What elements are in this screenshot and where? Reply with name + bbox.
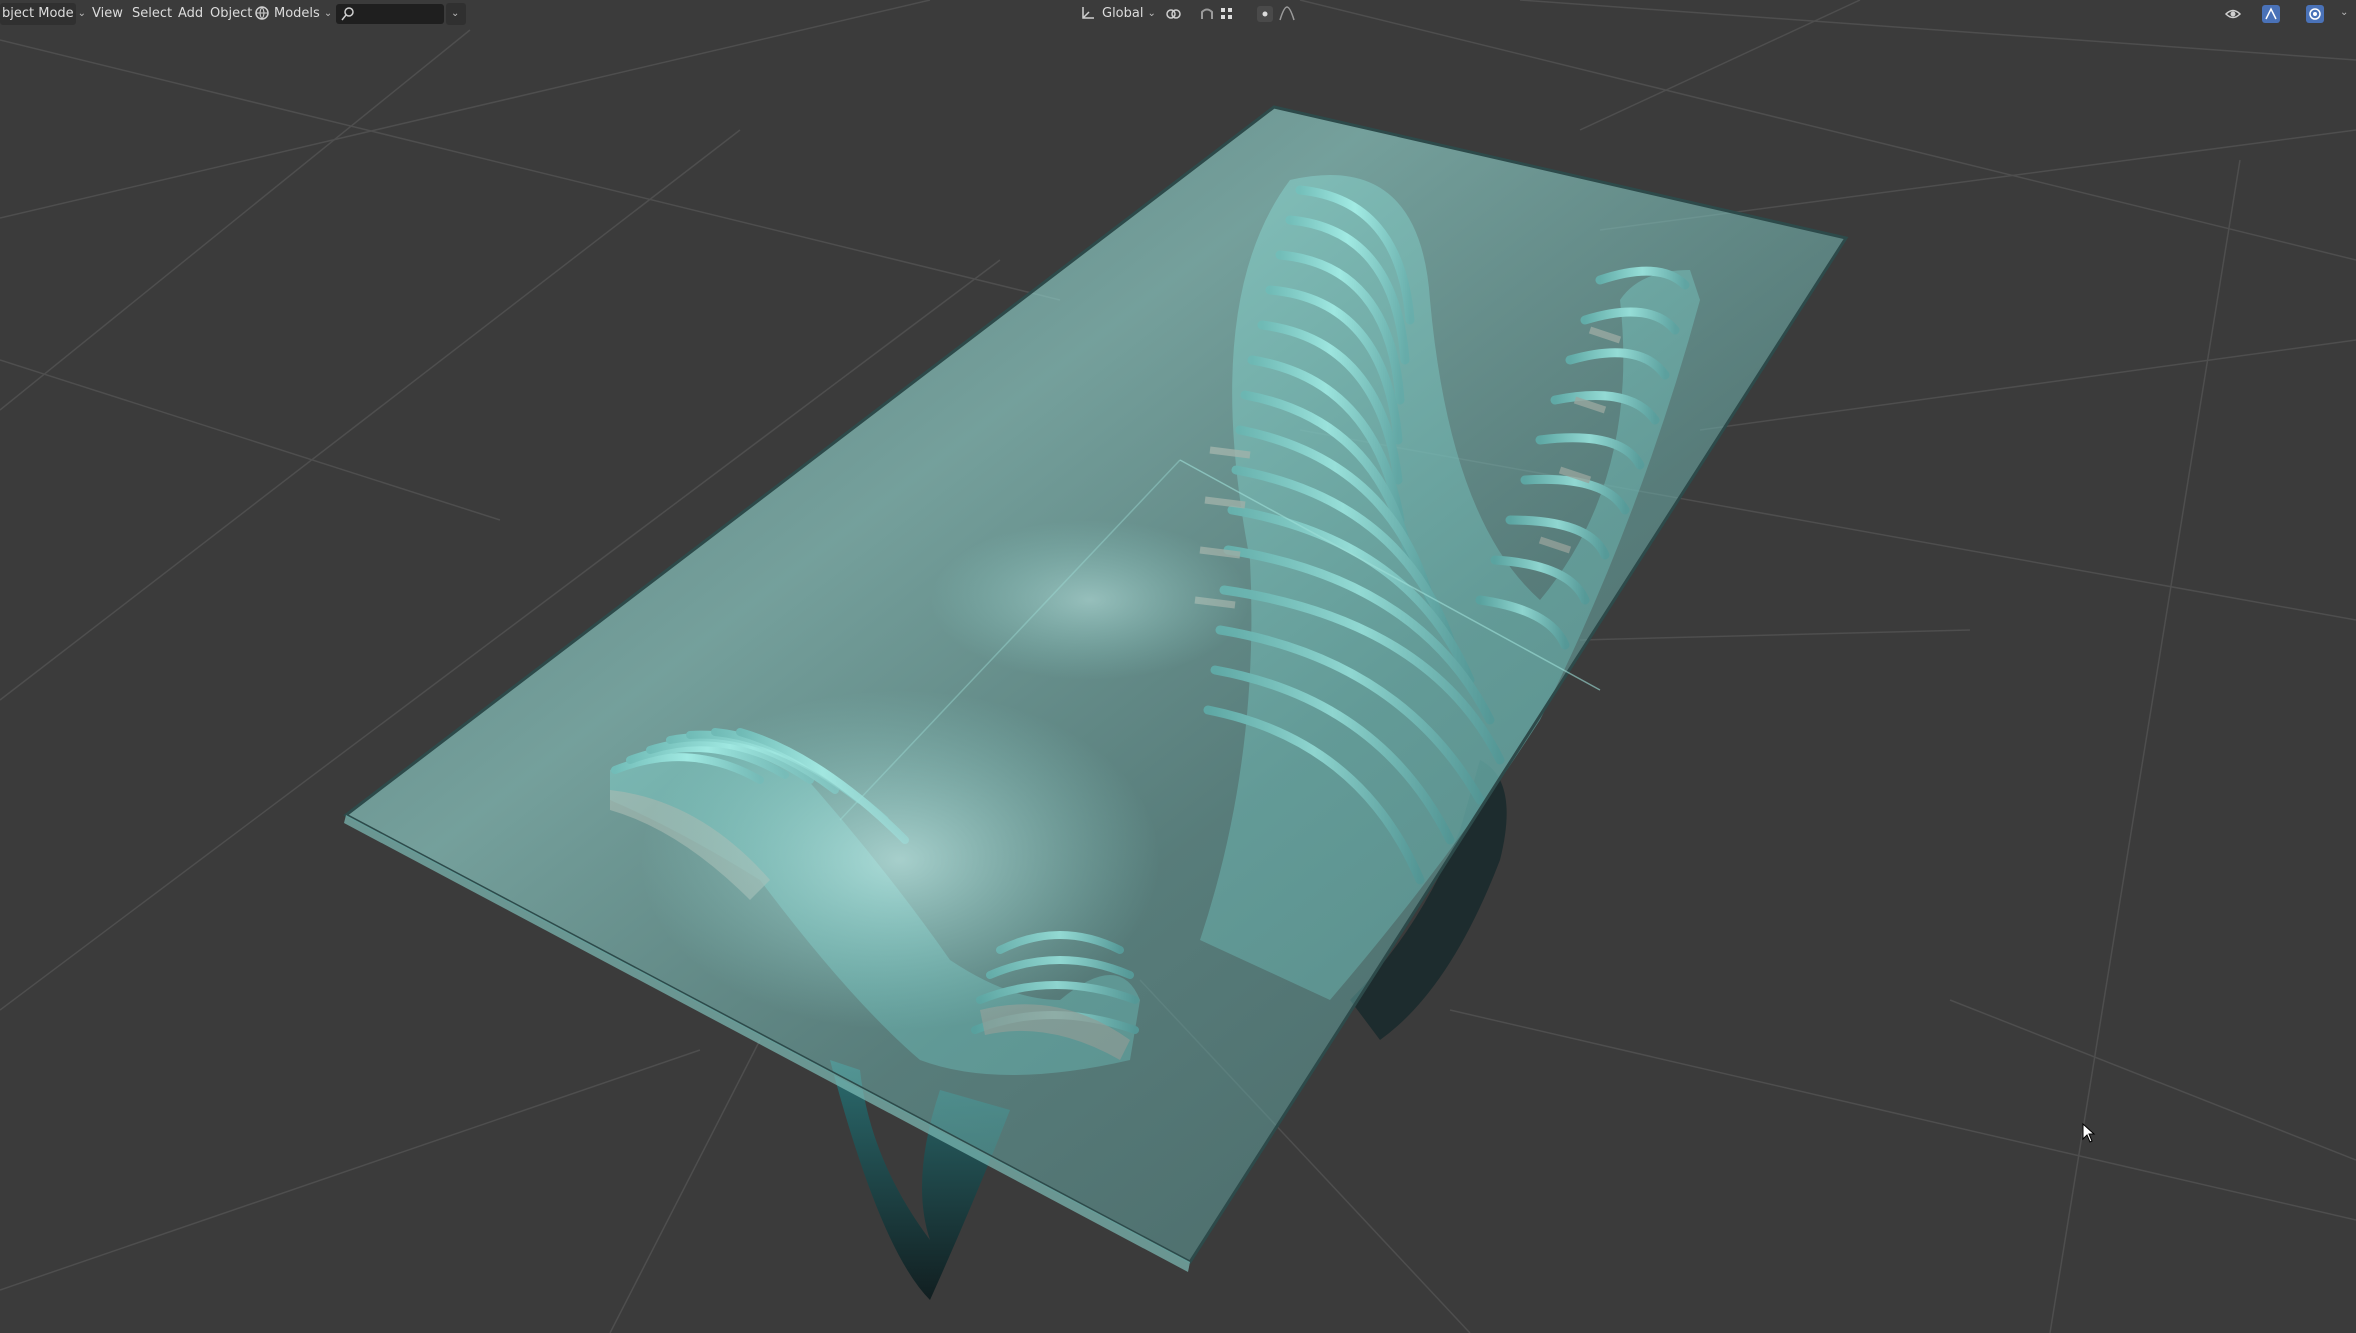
menu-select[interactable]: Select xyxy=(126,3,178,25)
collection-label: Models xyxy=(274,6,320,21)
glass-tabletop xyxy=(343,105,1849,1272)
search-icon xyxy=(340,6,356,22)
chevron-down-icon: ⌄ xyxy=(77,8,87,19)
globe-icon xyxy=(254,5,272,23)
transform-orientation-label: Global xyxy=(1102,6,1144,21)
chevron-down-icon[interactable]: ⌄ xyxy=(2336,5,2350,23)
transform-orientation-icon xyxy=(1080,5,1098,23)
menu-view[interactable]: View xyxy=(86,3,129,25)
collection-selector[interactable]: Models ⌄ xyxy=(250,3,338,25)
mode-selector[interactable]: bject Mode ⌄ xyxy=(0,3,86,25)
mode-label: bject Mode xyxy=(2,6,74,21)
transform-orientation-selector[interactable]: Global ⌄ xyxy=(1076,3,1162,25)
search-input[interactable] xyxy=(336,4,444,24)
gizmo-icon[interactable] xyxy=(2262,5,2280,23)
visibility-icon[interactable] xyxy=(2224,5,2242,23)
pivot-point-icon[interactable] xyxy=(1164,5,1182,23)
filter-button[interactable]: ⌄ xyxy=(446,3,466,25)
3d-viewport[interactable] xyxy=(0,0,2356,1333)
filter-icon: ⌄ xyxy=(451,8,460,19)
overlay-icon[interactable] xyxy=(2306,5,2324,23)
snap-icon[interactable] xyxy=(1198,5,1216,23)
snap-target-icon[interactable] xyxy=(1218,5,1236,23)
viewport-scene xyxy=(0,0,2356,1333)
viewport-header: bject Mode ⌄ View Select Add Object Model… xyxy=(0,0,2356,30)
proportional-editing-icon[interactable] xyxy=(1256,5,1274,23)
chevron-down-icon: ⌄ xyxy=(1147,8,1156,19)
chevron-down-icon: ⌄ xyxy=(323,8,333,19)
proportional-falloff-icon[interactable] xyxy=(1278,5,1296,23)
